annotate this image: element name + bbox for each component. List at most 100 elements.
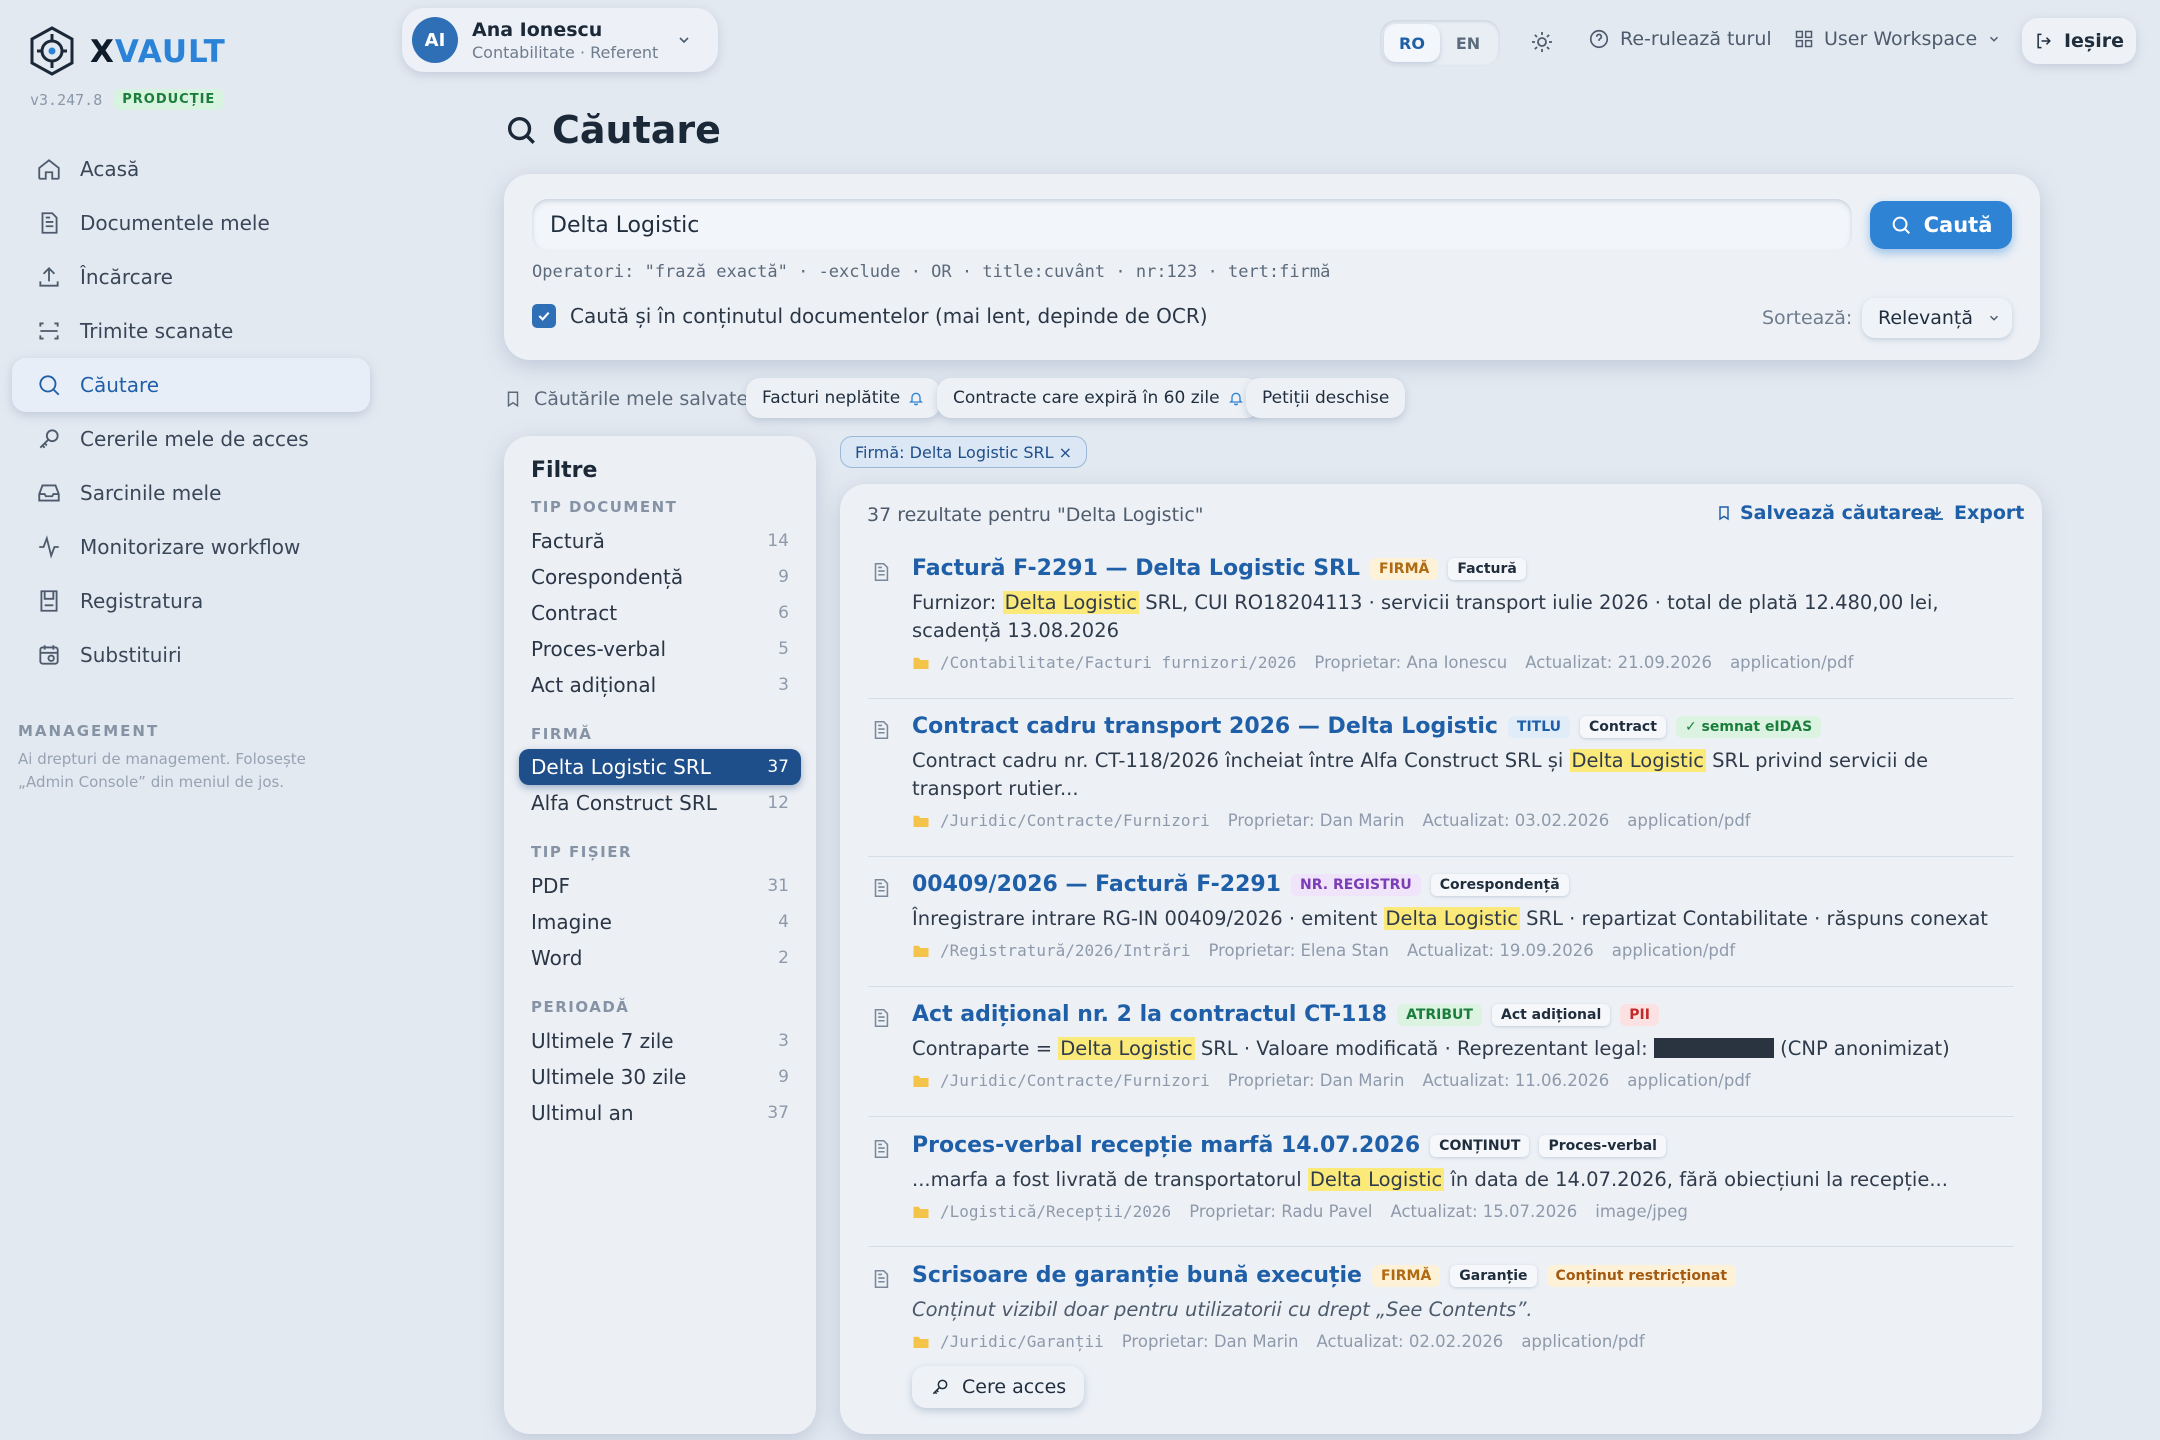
theme-toggle-sun-icon[interactable] (1530, 30, 1554, 54)
result-meta: /Contabilitate/Facturi furnizori/2026 Pr… (912, 653, 2014, 672)
user-menu[interactable]: AI Ana Ionescu Contabilitate · Referent (402, 8, 718, 72)
result-path[interactable]: /Juridic/Contracte/Furnizori (912, 1071, 1210, 1090)
filter-option[interactable]: Factură 14 (519, 523, 801, 559)
snippet-highlight: Delta Logistic (1383, 907, 1520, 930)
saved-searches-label: Căutările mele salvate: (504, 388, 755, 410)
filter-option[interactable]: Corespondență 9 (519, 559, 801, 595)
result-tag: ✓ semnat eIDAS (1675, 715, 1822, 738)
path-text: /Registratură/2026/Intrări (940, 941, 1191, 960)
search-input[interactable] (532, 199, 1852, 251)
snippet-text: SRL · Valoare modificată · Reprezentant … (1194, 1037, 1654, 1060)
app-logo[interactable]: XVAULT (28, 26, 226, 78)
path-text: /Juridic/Garanții (940, 1332, 1104, 1351)
filter-option-selected[interactable]: Delta Logistic SRL 37 (519, 749, 801, 785)
result-path[interactable]: /Juridic/Garanții (912, 1332, 1104, 1351)
filter-option[interactable]: PDF 31 (519, 868, 801, 904)
filter-option[interactable]: Ultimele 30 zile 9 (519, 1059, 801, 1095)
filter-option[interactable]: Contract 6 (519, 595, 801, 631)
path-text: /Juridic/Contracte/Furnizori (940, 1071, 1210, 1090)
sidebar-item-workflow-monitoring[interactable]: Monitorizare workflow (12, 520, 370, 574)
result-owner: Proprietar: Radu Pavel (1189, 1202, 1373, 1221)
request-access-button[interactable]: Cere acces (912, 1366, 1085, 1408)
saved-search-expiring-contracts[interactable]: Contracte care expiră în 60 zile (937, 378, 1260, 418)
sidebar-item-send-scans[interactable]: Trimite scanate (12, 304, 370, 358)
app-name: XVAULT (90, 34, 226, 70)
snippet-highlight: Delta Logistic (1058, 1037, 1195, 1060)
sidebar-item-home[interactable]: Acasă (12, 142, 370, 196)
search-button[interactable]: Caută (1870, 201, 2012, 249)
logout-button[interactable]: Ieșire (2022, 18, 2136, 64)
result-tag: CONȚINUT (1430, 1134, 1530, 1157)
user-name: Ana Ionescu (472, 18, 603, 41)
download-icon (1928, 504, 1946, 522)
result-tag: Corespondență (1430, 873, 1569, 896)
rerun-tour-button[interactable]: Re-rulează turul (1588, 28, 1772, 50)
filter-option[interactable]: Proces-verbal 5 (519, 631, 801, 667)
filter-option[interactable]: Act adițional 3 (519, 667, 801, 703)
sort-select[interactable]: Relevanță (1862, 298, 2012, 338)
sidebar-item-substitutions[interactable]: Substituiri (12, 628, 370, 682)
filter-label: Contract (531, 601, 618, 625)
results-count: 37 rezultate pentru "Delta Logistic" (867, 504, 1204, 526)
save-search-button[interactable]: Salvează căutarea (1716, 502, 1936, 524)
result-path[interactable]: /Contabilitate/Facturi furnizori/2026 (912, 653, 1296, 672)
lang-en-button[interactable]: EN (1440, 24, 1496, 62)
result-tag: Act adițional (1491, 1003, 1611, 1026)
request-access-label: Cere acces (962, 1376, 1067, 1398)
sidebar-item-access-requests[interactable]: Cererile mele de acces (12, 412, 370, 466)
sidebar-item-my-documents[interactable]: Documentele mele (12, 196, 370, 250)
sidebar-item-upload[interactable]: Încărcare (12, 250, 370, 304)
activity-icon (36, 534, 62, 560)
folder-icon (912, 943, 930, 959)
ocr-checkbox[interactable] (532, 304, 556, 328)
saved-search-unpaid-invoices[interactable]: Facturi neplătite (746, 378, 941, 418)
result-tag: FIRMĂ (1370, 557, 1439, 580)
sidebar-item-tasks[interactable]: Sarcinile mele (12, 466, 370, 520)
saved-search-open-petitions[interactable]: Petiții deschise (1246, 378, 1406, 418)
result-title-link[interactable]: Contract cadru transport 2026 — Delta Lo… (912, 714, 1498, 739)
sidebar-nav: Acasă Documentele mele Încărcare Trimite… (12, 142, 370, 682)
export-label: Export (1954, 502, 2025, 524)
register-icon (36, 588, 62, 614)
filter-label: Ultimele 30 zile (531, 1065, 687, 1089)
search-button-label: Caută (1923, 213, 1993, 237)
filter-option[interactable]: Alfa Construct SRL 12 (519, 785, 801, 821)
result-snippet: Înregistrare intrare RG-IN 00409/2026 · … (912, 905, 2014, 933)
result-title-link[interactable]: Proces-verbal recepție marfă 14.07.2026 (912, 1133, 1420, 1158)
filter-label: Factură (531, 529, 605, 553)
result-title-link[interactable]: Act adițional nr. 2 la contractul CT-118 (912, 1002, 1387, 1027)
ocr-option[interactable]: Caută și în conținutul documentelor (mai… (532, 304, 1208, 328)
filter-option[interactable]: Word 2 (519, 940, 801, 976)
result-path[interactable]: /Logistică/Recepții/2026 (912, 1202, 1171, 1221)
result-path[interactable]: /Juridic/Contracte/Furnizori (912, 811, 1210, 830)
filter-option[interactable]: Imagine 4 (519, 904, 801, 940)
filter-option[interactable]: Ultimul an 37 (519, 1095, 801, 1131)
result-header: Contract cadru transport 2026 — Delta Lo… (870, 714, 2014, 739)
filter-count: 6 (778, 603, 789, 623)
active-filter-chip[interactable]: Firmă: Delta Logistic SRL × (840, 436, 1088, 468)
filter-count: 14 (767, 531, 789, 551)
result-owner: Proprietar: Dan Marin (1227, 811, 1405, 830)
filter-option[interactable]: Ultimele 7 zile 3 (519, 1023, 801, 1059)
sidebar-item-registry[interactable]: Registratura (12, 574, 370, 628)
result-title-link[interactable]: Scrisoare de garanție bună execuție (912, 1263, 1362, 1288)
help-circle-icon (1588, 28, 1610, 50)
result-path[interactable]: /Registratură/2026/Intrări (912, 941, 1190, 960)
result-header: 00409/2026 — Factură F-2291 NR. REGISTRU… (870, 872, 2014, 897)
page-title: Căutare (504, 108, 721, 152)
filters-title: Filtre (531, 458, 598, 483)
workspace-selector[interactable]: User Workspace (1794, 28, 2001, 50)
result-title-link[interactable]: Factură F-2291 — Delta Logistic SRL (912, 556, 1360, 581)
rerun-tour-label: Re-rulează turul (1620, 28, 1772, 50)
sidebar-item-search[interactable]: Căutare (12, 358, 370, 412)
export-button[interactable]: Export (1928, 502, 2024, 524)
result-tag: PII (1620, 1003, 1659, 1026)
sidebar-item-label: Monitorizare workflow (80, 535, 301, 559)
lang-ro-button[interactable]: RO (1384, 24, 1440, 62)
filter-label: Corespondență (531, 565, 684, 589)
result-tag: Factură (1448, 557, 1526, 580)
bookmark-icon (1716, 504, 1732, 522)
result-title-link[interactable]: 00409/2026 — Factură F-2291 (912, 872, 1281, 897)
grid-icon (1794, 29, 1814, 49)
sidebar-item-label: Substituiri (80, 643, 182, 667)
